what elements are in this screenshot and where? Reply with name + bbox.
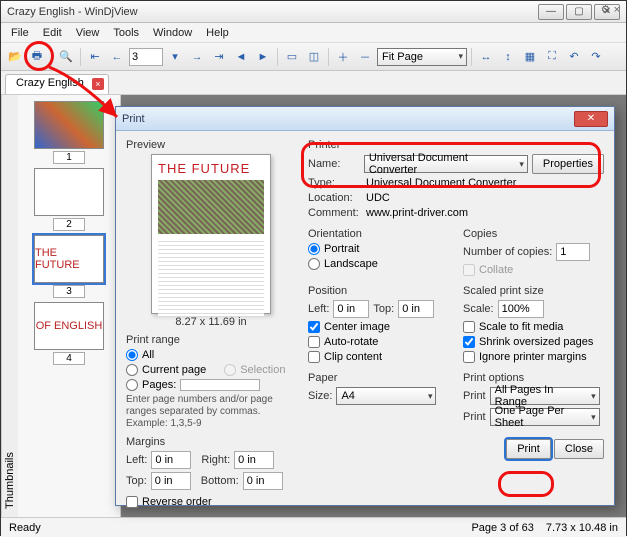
margin-bottom-input[interactable] (243, 472, 283, 490)
margin-top-input[interactable] (151, 472, 191, 490)
thumbnail-2[interactable]: 2 (34, 168, 104, 231)
collate-checkbox: Collate (463, 264, 604, 276)
range-all-radio[interactable]: All (126, 349, 296, 361)
scale-input[interactable] (498, 300, 544, 318)
range-current-radio[interactable]: Current page (126, 364, 206, 376)
rotate-right-icon[interactable]: ↷ (586, 47, 606, 67)
facing-pages-icon[interactable]: ◫ (304, 47, 324, 67)
menu-window[interactable]: Window (147, 25, 198, 41)
menu-tools[interactable]: Tools (107, 25, 145, 41)
tab-document[interactable]: Crazy English × (5, 74, 109, 94)
thumbnails-tab[interactable]: Thumbnails (1, 95, 18, 517)
printer-location-value: UDC (366, 192, 390, 204)
thumbnail-4[interactable]: OF ENGLISH 4 (34, 302, 104, 365)
printer-comment-value: www.print-driver.com (366, 207, 468, 219)
last-page-icon[interactable]: ⇥ (209, 47, 229, 67)
preview-label: Preview (126, 139, 296, 151)
single-page-icon[interactable]: ▭ (282, 47, 302, 67)
document-tabbar: Crazy English × (1, 71, 626, 95)
nav-back-icon[interactable]: ◄ (231, 47, 251, 67)
statusbar: Ready Page 3 of 63 7.73 x 10.48 in (1, 517, 626, 537)
scale-fit-media-checkbox[interactable]: Scale to fit media (463, 321, 604, 333)
thumbnail-1[interactable]: 1 (34, 101, 104, 164)
range-selection-radio: Selection (224, 364, 285, 376)
printer-group: Printer Name: Universal Document Convert… (308, 139, 604, 222)
window-title: Crazy English - WinDjView (7, 6, 538, 18)
window-titlebar: Crazy English - WinDjView — ▢ ✕ (1, 1, 626, 23)
print-pages-combo[interactable]: All Pages In Range (490, 387, 600, 405)
center-image-checkbox[interactable]: Center image (308, 321, 449, 333)
range-pages-input[interactable] (180, 379, 260, 391)
margin-right-input[interactable] (234, 451, 274, 469)
position-left-input[interactable] (333, 300, 369, 318)
printer-properties-button[interactable]: Properties (532, 154, 604, 174)
position-top-input[interactable] (398, 300, 434, 318)
menu-help[interactable]: Help (200, 25, 235, 41)
menubar: File Edit View Tools Window Help (1, 23, 626, 43)
preview-group: Preview THE FUTURE 8.27 x 11.69 in (126, 139, 296, 328)
print-button[interactable]: Print (506, 439, 551, 459)
range-hint: Enter page numbers and/or page ranges se… (126, 394, 296, 430)
paper-size-combo[interactable]: A4 (336, 387, 436, 405)
tab-close-icon[interactable]: × (92, 78, 104, 90)
orientation-group: Orientation Portrait Landscape (308, 228, 449, 279)
printer-name-combo[interactable]: Universal Document Converter (364, 155, 528, 173)
status-size: 7.73 x 10.48 in (546, 522, 618, 534)
menu-file[interactable]: File (5, 25, 35, 41)
print-preview: THE FUTURE (151, 154, 271, 314)
find-icon[interactable]: 🔍 (56, 47, 76, 67)
position-group: Position Left: Top: Center image Auto-ro… (308, 285, 449, 366)
window-maximize-button[interactable]: ▢ (566, 4, 592, 20)
tab-label: Crazy English (16, 77, 84, 89)
print-options-group: Print options Print All Pages In Range P… (463, 372, 604, 429)
zoom-out-icon[interactable]: － (355, 47, 375, 67)
marquee-icon[interactable]: ▦ (520, 47, 540, 67)
printer-type-value: Universal Document Converter (366, 177, 516, 189)
thumbnails-panel: Thumbnails ⚙ × 1 2 THE FUTURE 3 OF ENGLI… (1, 95, 121, 517)
reverse-order-checkbox[interactable]: Reverse order (126, 496, 212, 508)
scaled-group: Scaled print size Scale: Scale to fit me… (463, 285, 604, 366)
page-number-input[interactable] (129, 48, 163, 66)
print-range-group: Print range All Current page Selection P… (126, 334, 296, 430)
ignore-margins-checkbox[interactable]: Ignore printer margins (463, 351, 604, 363)
status-ready: Ready (9, 522, 459, 534)
zoom-combo[interactable]: Fit Page (377, 48, 467, 66)
orientation-portrait-radio[interactable]: Portrait (308, 243, 449, 255)
window-minimize-button[interactable]: — (538, 4, 564, 20)
margin-left-input[interactable] (151, 451, 191, 469)
fit-width-icon[interactable]: ↔ (476, 47, 496, 67)
copies-input[interactable] (556, 243, 590, 261)
fullscreen-icon[interactable]: ⛶ (542, 47, 562, 67)
copies-group: Copies Number of copies: Collate (463, 228, 604, 279)
margins-group: Margins Left: Right: Top: Bottom: (126, 436, 296, 490)
nav-fwd-icon[interactable]: ► (253, 47, 273, 67)
dialog-close-icon[interactable]: ✕ (574, 111, 608, 127)
orientation-landscape-radio[interactable]: Landscape (308, 258, 449, 270)
clip-content-checkbox[interactable]: Clip content (308, 351, 449, 363)
status-page: Page 3 of 63 (471, 522, 533, 534)
page-dropdown-icon[interactable]: ▾ (165, 47, 185, 67)
thumbnail-3[interactable]: THE FUTURE 3 (34, 235, 104, 298)
next-page-icon[interactable]: → (187, 47, 207, 67)
preview-dimensions: 8.27 x 11.69 in (126, 316, 296, 328)
menu-view[interactable]: View (70, 25, 106, 41)
print-layout-combo[interactable]: One Page Per Sheet (490, 408, 600, 426)
first-page-icon[interactable]: ⇤ (85, 47, 105, 67)
shrink-oversized-checkbox[interactable]: Shrink oversized pages (463, 336, 604, 348)
prev-page-icon[interactable]: ← (107, 47, 127, 67)
auto-rotate-checkbox[interactable]: Auto-rotate (308, 336, 449, 348)
dialog-title: Print (122, 113, 574, 125)
print-icon[interactable]: 🖶 (27, 47, 47, 67)
paper-group: Paper Size: A4 (308, 372, 449, 429)
close-button[interactable]: Close (554, 439, 604, 459)
print-dialog: Print ✕ Preview THE FUTURE 8.27 x 11.69 … (115, 106, 615, 506)
range-pages-radio[interactable]: Pages: (126, 379, 296, 391)
fit-height-icon[interactable]: ↕ (498, 47, 518, 67)
zoom-in-icon[interactable]: ＋ (333, 47, 353, 67)
toolbar: 📂 🖶 🔍 ⇤ ← ▾ → ⇥ ◄ ► ▭ ◫ ＋ － Fit Page ↔ ↕… (1, 43, 626, 71)
menu-edit[interactable]: Edit (37, 25, 68, 41)
open-icon[interactable]: 📂 (5, 47, 25, 67)
dialog-titlebar[interactable]: Print ✕ (116, 107, 614, 131)
rotate-left-icon[interactable]: ↶ (564, 47, 584, 67)
